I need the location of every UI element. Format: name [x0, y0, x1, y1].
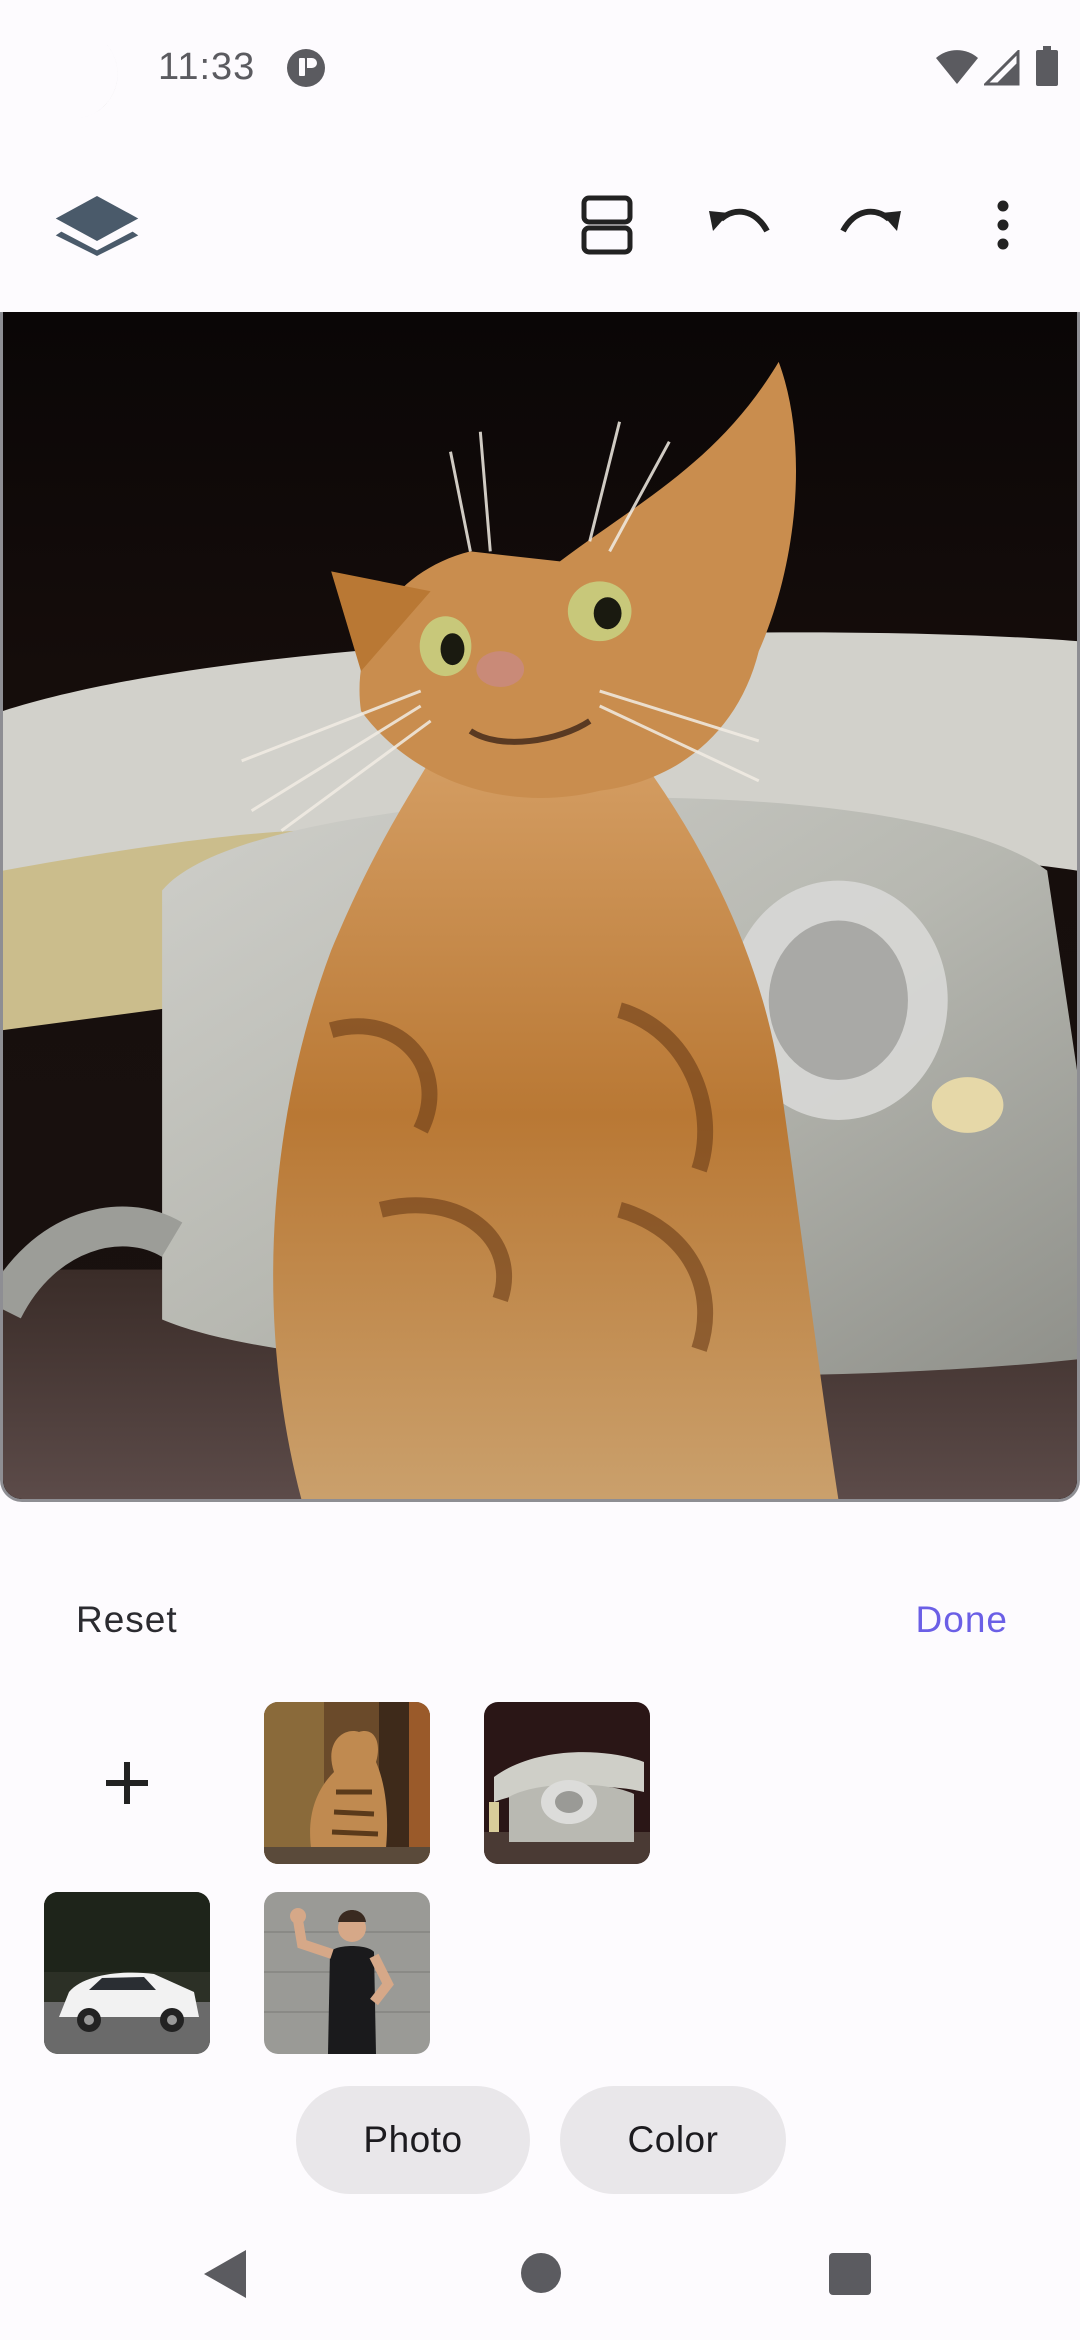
redo-button[interactable] [826, 180, 916, 270]
photo-chip[interactable]: Photo [296, 2086, 530, 2194]
split-view-button[interactable] [562, 180, 652, 270]
nav-home-icon[interactable] [520, 2252, 562, 2294]
cat-telephone-image [3, 312, 1077, 1499]
undo-button[interactable] [694, 180, 784, 270]
signal-icon [984, 50, 1020, 86]
status-time: 11:33 [158, 46, 256, 88]
thumbnail-car[interactable] [44, 1892, 210, 2054]
split-view-icon [581, 195, 633, 255]
layers-button[interactable] [52, 180, 142, 270]
reset-button[interactable]: Reset [60, 1590, 194, 1650]
battery-icon [1036, 46, 1058, 86]
woman-thumbnail-image [264, 1892, 430, 2054]
undo-icon [709, 208, 770, 233]
thumbnail-cat[interactable] [264, 1702, 430, 1864]
notification-icon [287, 49, 325, 87]
car-thumbnail-image [44, 1892, 210, 2054]
cat-thumbnail-image [264, 1702, 430, 1864]
top-toolbar [0, 170, 1080, 280]
thumbnail-telephone[interactable] [484, 1702, 650, 1864]
wifi-icon [936, 50, 978, 84]
moon-icon [40, 44, 118, 119]
image-picker-grid [0, 1700, 1080, 2060]
more-vert-icon [997, 200, 1009, 250]
redo-icon [840, 208, 901, 233]
nav-recents-icon[interactable] [828, 2252, 872, 2296]
layers-icon [55, 195, 139, 256]
more-options-button[interactable] [958, 180, 1048, 270]
done-button[interactable]: Done [900, 1590, 1024, 1650]
color-chip[interactable]: Color [560, 2086, 786, 2194]
status-bar: 11:33 [0, 0, 1080, 140]
add-image-button[interactable] [44, 1702, 210, 1864]
thumbnail-woman[interactable] [264, 1892, 430, 2054]
editor-canvas[interactable] [0, 312, 1080, 1502]
nav-back-icon[interactable] [200, 2248, 250, 2300]
plus-icon [106, 1762, 148, 1804]
telephone-thumbnail-image [484, 1702, 650, 1864]
